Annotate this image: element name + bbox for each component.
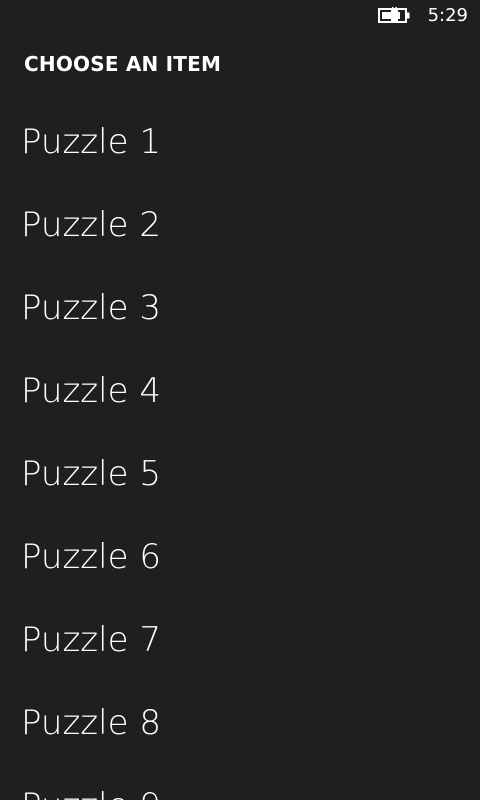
list-item-puzzle-5[interactable]: Puzzle 5 (21, 444, 461, 504)
list-item-puzzle-4[interactable]: Puzzle 4 (21, 361, 461, 421)
list-item-puzzle-9[interactable]: Puzzle 9 (21, 776, 461, 800)
status-bar: 5:29 (0, 0, 480, 32)
item-list: Puzzle 1 Puzzle 2 Puzzle 3 Puzzle 4 Puzz… (0, 112, 480, 800)
list-item-puzzle-1[interactable]: Puzzle 1 (21, 112, 461, 172)
list-item-puzzle-6[interactable]: Puzzle 6 (21, 527, 461, 587)
list-item-puzzle-2[interactable]: Puzzle 2 (21, 195, 461, 255)
page-title: CHOOSE AN ITEM (24, 52, 222, 76)
list-item-puzzle-3[interactable]: Puzzle 3 (21, 278, 461, 338)
battery-charging-icon (378, 7, 410, 23)
list-item-puzzle-7[interactable]: Puzzle 7 (21, 610, 461, 670)
list-item-puzzle-8[interactable]: Puzzle 8 (21, 693, 461, 753)
status-time: 5:29 (427, 5, 468, 26)
